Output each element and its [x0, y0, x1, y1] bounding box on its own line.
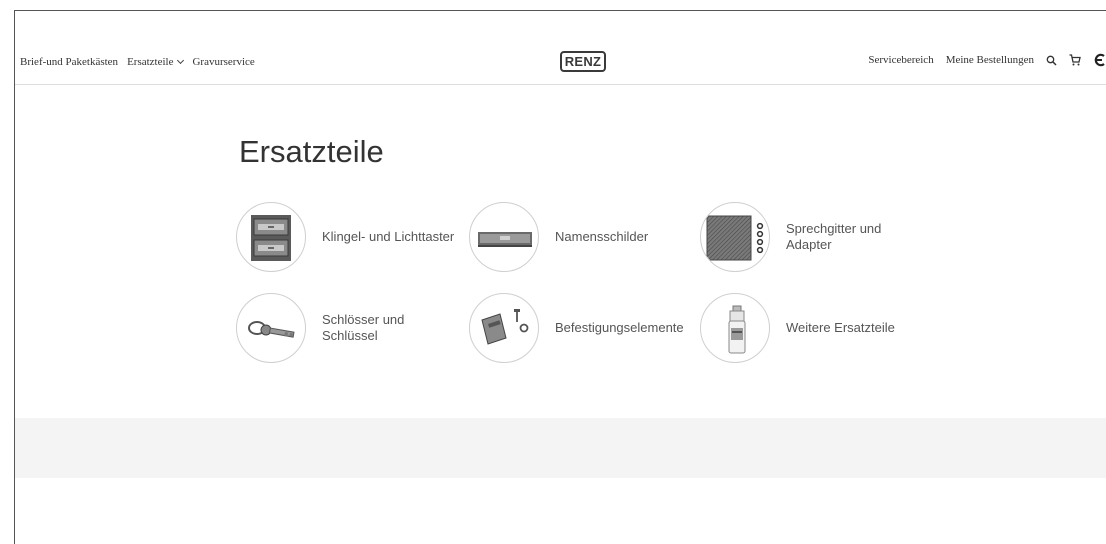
category-befestigungselemente[interactable]: Befestigungselemente — [469, 293, 695, 363]
nav-label: Gravurservice — [192, 56, 255, 68]
renz-logo[interactable]: RENZ — [560, 51, 606, 72]
site-header: Brief-und Paketkästen Ersatzteile Gravur… — [15, 44, 1106, 85]
doorbell-panel-icon — [251, 215, 291, 261]
category-image — [236, 202, 306, 272]
category-klingel-und-lichttaster[interactable]: Klingel- und Lichttaster — [236, 202, 462, 272]
nav-gravurservice[interactable]: Gravurservice — [192, 56, 254, 68]
category-schloesser-und-schluessel[interactable]: Schlösser und Schlüssel — [236, 293, 462, 363]
category-image — [469, 202, 539, 272]
page-title: Ersatzteile — [239, 134, 384, 169]
nav-label: Ersatzteile — [127, 56, 174, 68]
nav-brief-und-paketkaesten[interactable]: Brief-und Paketkästen — [20, 56, 118, 68]
nav-ersatzteile[interactable]: Ersatzteile — [127, 56, 185, 68]
nav-servicebereich[interactable]: Servicebereich — [868, 54, 933, 66]
key-icon — [248, 321, 295, 338]
cart-icon[interactable] — [1069, 54, 1081, 66]
window-frame-top — [14, 10, 1106, 11]
speaker-grille-icon — [706, 215, 764, 261]
category-label: Klingel- und Lichttaster — [322, 229, 455, 244]
chevron-down-icon — [177, 56, 185, 65]
category-label: Sprechgitter und Adapter — [786, 221, 882, 252]
category-image — [700, 293, 770, 363]
category-label: Befestigungselemente — [555, 320, 684, 335]
category-label: Namensschilder — [555, 229, 649, 244]
name-plate-icon — [478, 232, 532, 247]
category-sprechgitter-und-adapter[interactable]: Sprechgitter und Adapter — [700, 202, 926, 272]
category-image — [469, 293, 539, 363]
nav-meine-bestellungen[interactable]: Meine Bestellungen — [946, 54, 1034, 66]
nav-label: Brief-und Paketkästen — [20, 56, 119, 68]
category-label: Weitere Ersatzteile — [786, 320, 895, 335]
search-icon[interactable] — [1046, 55, 1057, 66]
nav-label: Servicebereich — [868, 54, 934, 66]
currency-icon[interactable] — [1093, 53, 1106, 67]
category-image — [700, 202, 770, 272]
category-namensschilder[interactable]: Namensschilder — [469, 202, 695, 272]
spray-bottle-icon — [728, 305, 746, 354]
footer-band — [15, 418, 1106, 478]
category-image — [236, 293, 306, 363]
main-nav: Brief-und Paketkästen Ersatzteile Gravur… — [20, 56, 255, 68]
logo-text: RENZ — [564, 54, 602, 69]
account-nav: Servicebereich Meine Bestellungen — [868, 53, 1106, 67]
category-label: Schlösser und Schlüssel — [322, 312, 405, 343]
nav-label: Meine Bestellungen — [945, 54, 1034, 66]
category-weitere-ersatzteile[interactable]: Weitere Ersatzteile — [700, 293, 926, 363]
fastener-icon — [481, 309, 529, 345]
